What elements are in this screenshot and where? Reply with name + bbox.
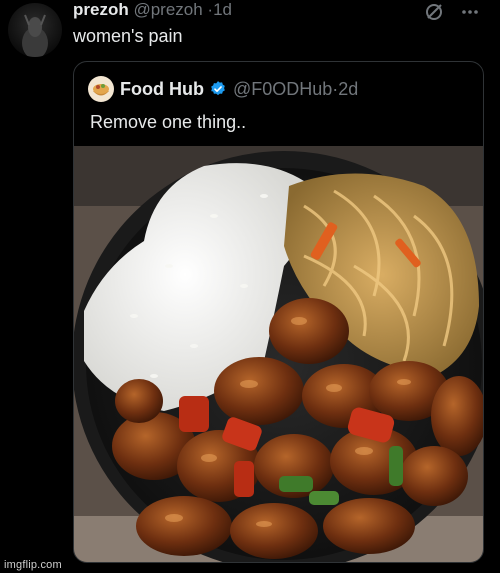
tweet-header: prezoh @prezoh ·1d [73, 0, 232, 20]
verified-badge-icon [209, 80, 227, 98]
slash-circle-icon[interactable] [424, 2, 444, 27]
author-name[interactable]: prezoh [73, 0, 133, 19]
tweet-actions-top [424, 2, 480, 27]
quote-avatar[interactable] [88, 76, 114, 102]
imgflip-watermark: imgflip.com [4, 559, 62, 571]
quoted-tweet[interactable]: Food Hub @F0ODHub · 2d Remove one thing.. [73, 61, 484, 563]
quote-header: Food Hub @F0ODHub · 2d [88, 76, 358, 102]
avatar[interactable] [8, 3, 62, 57]
quote-author-name[interactable]: Food Hub [120, 79, 204, 100]
quote-text: Remove one thing.. [90, 112, 247, 132]
more-icon[interactable] [460, 2, 480, 27]
avatar-image [8, 3, 62, 57]
author-handle[interactable]: @prezoh [133, 0, 207, 19]
tweet-timestamp[interactable]: 1d [213, 0, 232, 19]
tweet-text: women's pain [73, 26, 183, 46]
quote-timestamp[interactable]: 2d [338, 79, 358, 100]
quote-author-handle[interactable]: @F0ODHub [233, 79, 332, 100]
quote-media-image[interactable] [74, 146, 483, 562]
